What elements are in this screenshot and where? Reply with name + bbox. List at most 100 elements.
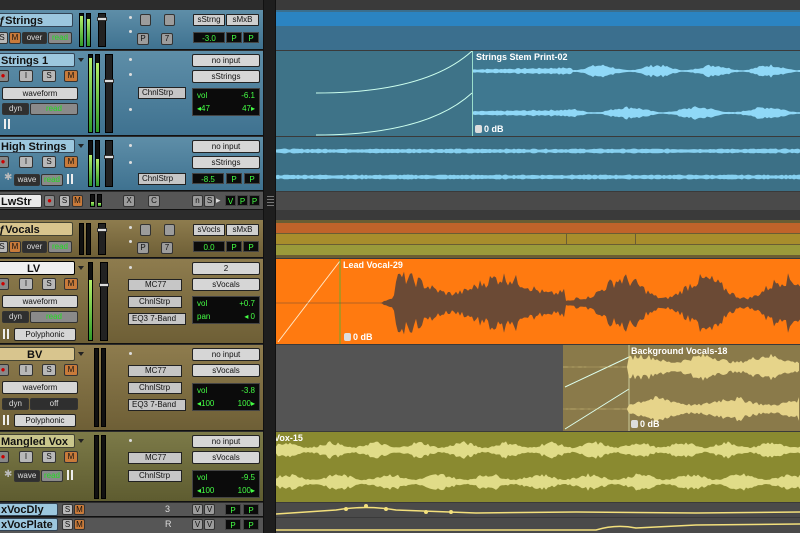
track-name-lv[interactable]: LV [0, 261, 75, 275]
tuning-fork-icon[interactable] [3, 329, 9, 339]
lane-xvocplate[interactable] [276, 518, 800, 533]
track-bv[interactable]: BV ● I S M waveform dyn off Polyphonic M… [0, 345, 263, 431]
automation-mode-button[interactable]: read [41, 470, 63, 482]
volume-pan-readout[interactable]: vol +0.7 pan ◂ 0 [192, 296, 260, 324]
volume-value[interactable]: +0.7 [239, 299, 255, 308]
mute-button[interactable]: M [64, 70, 78, 82]
pan-left-readout[interactable]: P [226, 241, 242, 252]
track-view-selector[interactable]: waveform [2, 381, 78, 394]
insert-slot-dot[interactable] [129, 352, 132, 355]
clip-gain-readout[interactable]: 0 dB [473, 124, 504, 134]
track-menu-arrow-icon[interactable] [78, 439, 84, 443]
pan-left-readout[interactable]: P [226, 173, 242, 184]
mute-button[interactable]: M [64, 451, 78, 463]
track-view-selector[interactable]: wave [14, 174, 40, 186]
insert-slot-dot[interactable] [129, 240, 132, 243]
track-name-strings-1[interactable]: Strings 1 [0, 53, 75, 67]
pan-right-readout[interactable]: P [244, 173, 260, 184]
s-button[interactable]: S [204, 195, 215, 207]
automation-mode-button[interactable]: read [48, 241, 72, 253]
track-name-xvocdly[interactable]: xVocDly [0, 503, 58, 516]
solo-button[interactable]: S [42, 156, 56, 168]
record-enable-button[interactable]: ● [0, 70, 9, 82]
input-monitor-button[interactable]: I [19, 278, 33, 290]
solo-button[interactable]: S [0, 32, 8, 44]
insert-slot-dot[interactable] [129, 144, 132, 147]
lane-bv[interactable]: Background Vocals-18 0 dB [276, 345, 800, 431]
timeline-edit-window[interactable]: Strings Stem Print-02 0 dB Lead Vocal-29 [276, 0, 800, 533]
track-name-fstrings[interactable]: ƒStrings [0, 13, 73, 27]
solo-button[interactable]: S [59, 195, 70, 207]
n-button[interactable]: n [192, 195, 203, 207]
track-menu-arrow-icon[interactable] [78, 144, 84, 148]
input-selector[interactable]: no input [192, 435, 260, 448]
v-button[interactable]: V [192, 504, 203, 515]
volume-pan-readout[interactable]: vol -3.8 ◂100 100▸ [192, 383, 260, 411]
tuning-fork-icon[interactable] [4, 119, 10, 129]
insert-slot-dot[interactable] [129, 16, 132, 19]
insert-slot-dot[interactable] [129, 439, 132, 442]
input-monitor-button[interactable]: I [19, 451, 33, 463]
track-xvocdly[interactable]: xVocDly S M 3 V V P P [0, 503, 263, 517]
solo-button[interactable]: S [0, 241, 8, 253]
track-name-xvocplate[interactable]: xVocPlate [0, 518, 58, 531]
insert-slot-dot[interactable] [129, 73, 132, 76]
solo-button[interactable]: S [42, 451, 56, 463]
folder-clip-bar[interactable] [276, 12, 800, 26]
volume-value[interactable]: -6.1 [241, 91, 255, 100]
insert-mc77[interactable]: MC77 [128, 365, 182, 377]
lane-xvocdly[interactable] [276, 503, 800, 517]
insert-channel-strip[interactable]: ChnlStrp [128, 382, 182, 394]
automation-mode-button[interactable]: read [30, 103, 78, 115]
automation-mode-button[interactable]: read [48, 32, 72, 44]
volume-value[interactable]: -3.8 [241, 386, 255, 395]
tuning-fork-icon[interactable] [67, 174, 73, 184]
output-selector[interactable]: sVocals [192, 278, 260, 291]
record-enable-button[interactable]: ● [0, 278, 9, 290]
mute-button[interactable]: M [64, 278, 78, 290]
track-name-high-strings[interactable]: High Strings [0, 139, 75, 153]
volume-fader[interactable] [97, 13, 107, 47]
send-slot-button[interactable] [140, 14, 151, 26]
automation-line[interactable] [276, 518, 800, 533]
folder-clip-bar[interactable] [276, 223, 800, 233]
mute-button[interactable]: M [64, 364, 78, 376]
tuning-fork-icon[interactable] [67, 470, 73, 480]
mute-button[interactable]: M [9, 241, 21, 253]
v-button[interactable]: V [204, 519, 215, 530]
output-state-button[interactable]: over [22, 241, 47, 253]
folder-clip-bar[interactable] [636, 234, 800, 244]
solo-button[interactable]: S [42, 70, 56, 82]
send-bus-selector[interactable]: sMxB [226, 14, 259, 26]
mute-button[interactable]: M [74, 504, 85, 515]
pan-right-readout[interactable]: P [243, 241, 259, 252]
track-high-strings[interactable]: High Strings ● I S M ✱ wave read ChnlStr… [0, 137, 263, 191]
clip-background-vocals[interactable]: Background Vocals-18 0 dB [563, 345, 800, 431]
insert-eq3-7-band[interactable]: EQ3 7-Band [128, 313, 186, 325]
insert-slot-dot[interactable] [129, 30, 132, 33]
folder-clip-bar[interactable] [276, 234, 566, 244]
insert-slot-dot[interactable] [129, 58, 132, 61]
input-selector[interactable]: no input [192, 54, 260, 67]
pan-left-value[interactable]: ◂47 [197, 104, 210, 113]
fade-in-curve[interactable] [276, 51, 476, 136]
solo-button[interactable]: S [42, 278, 56, 290]
tuning-fork-icon[interactable] [3, 415, 9, 425]
clip-gain-readout[interactable]: 0 dB [342, 332, 373, 342]
mute-button[interactable]: M [74, 519, 85, 530]
track-mangled-vox[interactable]: Mangled Vox ● I S M ✱ wave read MC77 Chn… [0, 432, 263, 502]
output-selector[interactable]: sStrings [192, 70, 260, 83]
record-enable-button[interactable]: ● [44, 195, 55, 207]
track-strings-1[interactable]: Strings 1 ● I S M waveform dyn read Chnl… [0, 51, 263, 136]
insert-channel-strip[interactable]: ChnlStrp [138, 173, 186, 185]
pan-right-readout[interactable]: P [243, 504, 259, 515]
input-monitor-button[interactable]: I [19, 70, 33, 82]
volume-readout[interactable]: -8.5 [192, 173, 224, 184]
lane-strings-1[interactable]: Strings Stem Print-02 0 dB [276, 51, 800, 136]
volume-readout[interactable]: 0.0 [193, 241, 225, 252]
track-name-mangled-vox[interactable]: Mangled Vox [0, 434, 75, 448]
track-menu-arrow-icon[interactable] [78, 266, 84, 270]
record-enable-button[interactable]: ● [0, 156, 9, 168]
volume-fader[interactable] [104, 140, 114, 187]
track-name-lwstr[interactable]: LwStr [0, 194, 42, 208]
